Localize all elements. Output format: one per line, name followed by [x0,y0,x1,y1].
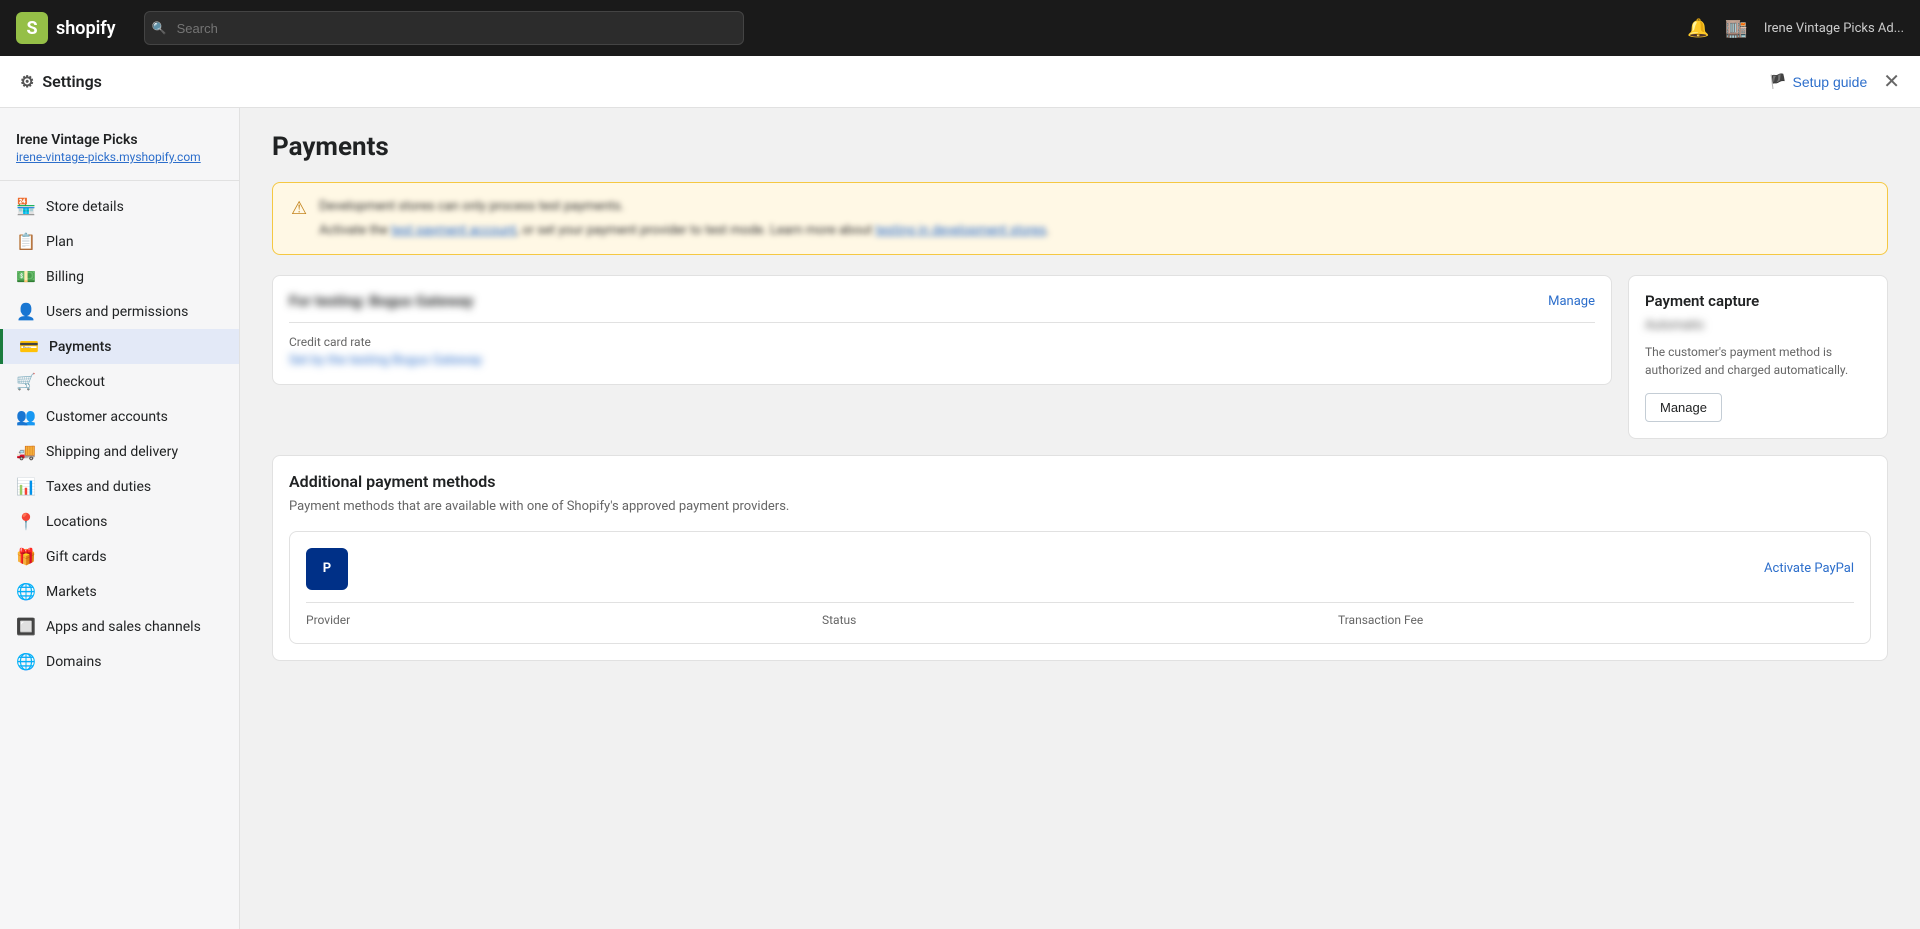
additional-methods-title: Additional payment methods [289,472,1871,491]
sidebar-item-markets[interactable]: 🌐 Markets [0,574,239,609]
sidebar-item-domains[interactable]: 🌐 Domains [0,644,239,679]
sidebar-item-label-payments: Payments [49,339,112,355]
gateway-manage-link[interactable]: Manage [1548,294,1595,309]
domains-icon: 🌐 [16,652,36,671]
search-box [144,11,744,45]
gateway-title: For testing: Bogus Gateway [289,292,473,310]
nav-list: 🏪 Store details 📋 Plan 💵 Billing 👤 Users and pe… [0,189,239,679]
shipping-delivery-icon: 🚚 [16,442,36,461]
sidebar-item-payments[interactable]: 💳 Payments [0,329,239,364]
settings-bar: ⚙ Settings 🏴 Setup guide ✕ [0,56,1920,108]
apps-sales-channels-icon: 🔲 [16,617,36,636]
sidebar-item-label-users-permissions: Users and permissions [46,304,188,320]
sidebar-item-taxes-duties[interactable]: 📊 Taxes and duties [0,469,239,504]
sidebar-item-gift-cards[interactable]: 🎁 Gift cards [0,539,239,574]
search-wrapper [144,11,744,45]
sidebar: Irene Vintage Picks irene-vintage-picks.… [0,108,240,929]
close-button[interactable]: ✕ [1883,69,1900,94]
additional-methods-desc: Payment methods that are available with … [289,497,1871,517]
additional-payments-card: Additional payment methods Payment metho… [272,455,1888,661]
provider-header-status: Status [822,613,1338,627]
storefront-icon[interactable]: 🏬 [1725,18,1747,39]
sidebar-item-label-apps-sales-channels: Apps and sales channels [46,619,201,635]
paypal-row: P Activate PayPal [306,548,1854,590]
sidebar-item-label-customer-accounts: Customer accounts [46,409,168,425]
sidebar-item-label-domains: Domains [46,654,101,670]
sidebar-item-shipping-delivery[interactable]: 🚚 Shipping and delivery [0,434,239,469]
payment-capture-title: Payment capture [1645,292,1871,310]
activate-paypal-link[interactable]: Activate PayPal [1764,561,1854,576]
paypal-logo: P [306,548,348,590]
gift-cards-icon: 🎁 [16,547,36,566]
shopify-logo-text: shopify [56,18,116,39]
billing-icon: 💵 [16,267,36,286]
store-info: Irene Vintage Picks irene-vintage-picks.… [0,124,239,181]
provider-header-provider: Provider [306,613,822,627]
sidebar-item-label-taxes-duties: Taxes and duties [46,479,151,495]
gateway-credit-card-field: Credit card rate Set by the testing Bogu… [289,335,1595,368]
sidebar-item-checkout[interactable]: 🛒 Checkout [0,364,239,399]
sidebar-item-label-gift-cards: Gift cards [46,549,107,565]
paypal-logo-text: P [323,561,331,576]
markets-icon: 🌐 [16,582,36,601]
sidebar-item-customer-accounts[interactable]: 👥 Customer accounts [0,399,239,434]
flag-icon: 🏴 [1769,73,1786,90]
field-value: Set by the testing Bogus Gateway [289,353,1595,368]
user-account[interactable]: Irene Vintage Picks Ad... [1764,21,1904,36]
sidebar-item-plan[interactable]: 📋 Plan [0,224,239,259]
shopify-logo-icon: S [16,12,48,44]
customer-accounts-icon: 👥 [16,407,36,426]
settings-bar-right: 🏴 Setup guide ✕ [1769,69,1900,94]
main-layout: Irene Vintage Picks irene-vintage-picks.… [0,108,1920,929]
settings-gear-icon: ⚙ [20,72,34,91]
warning-banner: ⚠ Development stores can only process te… [272,182,1888,255]
content-area: Payments ⚠ Development stores can only p… [240,108,1920,929]
sidebar-item-billing[interactable]: 💵 Billing [0,259,239,294]
payment-capture-card: Payment capture Automatic The customer's… [1628,275,1888,439]
sidebar-item-label-markets: Markets [46,584,97,600]
sidebar-item-store-details[interactable]: 🏪 Store details [0,189,239,224]
sidebar-item-label-shipping-delivery: Shipping and delivery [46,444,178,460]
locations-icon: 📍 [16,512,36,531]
sidebar-item-apps-sales-channels[interactable]: 🔲 Apps and sales channels [0,609,239,644]
logo[interactable]: S shopify [16,12,116,44]
settings-title-group: ⚙ Settings [20,72,102,91]
payment-capture-subtitle: Automatic [1645,318,1871,333]
top-bar: S shopify 🔔 🏬 Irene Vintage Picks Ad... [0,0,1920,56]
store-url[interactable]: irene-vintage-picks.myshopify.com [16,150,223,164]
sidebar-item-label-locations: Locations [46,514,107,530]
gateway-card-header: For testing: Bogus Gateway Manage [289,292,1595,323]
store-details-icon: 🏪 [16,197,36,216]
warning-text: Development stores can only process test… [319,197,1049,240]
taxes-duties-icon: 📊 [16,477,36,496]
sidebar-item-label-billing: Billing [46,269,84,285]
users-permissions-icon: 👤 [16,302,36,321]
settings-title-text: Settings [42,72,102,91]
notifications-icon[interactable]: 🔔 [1687,18,1709,39]
sidebar-item-locations[interactable]: 📍 Locations [0,504,239,539]
sidebar-item-users-permissions[interactable]: 👤 Users and permissions [0,294,239,329]
field-label: Credit card rate [289,335,1595,349]
payments-icon: 💳 [19,337,39,356]
store-name: Irene Vintage Picks [16,132,223,148]
search-input[interactable] [144,11,744,45]
warning-icon: ⚠ [291,198,307,219]
sidebar-item-label-plan: Plan [46,234,74,250]
paypal-provider-card: P Activate PayPal Provider Status Transa… [289,531,1871,644]
provider-headers: Provider Status Transaction Fee [306,602,1854,627]
topbar-right-actions: 🔔 🏬 Irene Vintage Picks Ad... [1687,18,1904,39]
warning-line2: Activate the test payment account, or se… [319,221,1049,241]
payment-capture-desc: The customer's payment method is authori… [1645,343,1871,379]
sidebar-item-label-checkout: Checkout [46,374,105,390]
setup-guide-button[interactable]: 🏴 Setup guide [1769,73,1867,90]
payment-capture-manage-button[interactable]: Manage [1645,393,1722,422]
checkout-icon: 🛒 [16,372,36,391]
sidebar-item-label-store-details: Store details [46,199,124,215]
cards-row: For testing: Bogus Gateway Manage Credit… [272,275,1888,439]
warning-line1: Development stores can only process test… [319,197,1049,217]
provider-header-fee: Transaction Fee [1338,613,1854,627]
page-title: Payments [272,132,1888,162]
plan-icon: 📋 [16,232,36,251]
gateway-card: For testing: Bogus Gateway Manage Credit… [272,275,1612,385]
